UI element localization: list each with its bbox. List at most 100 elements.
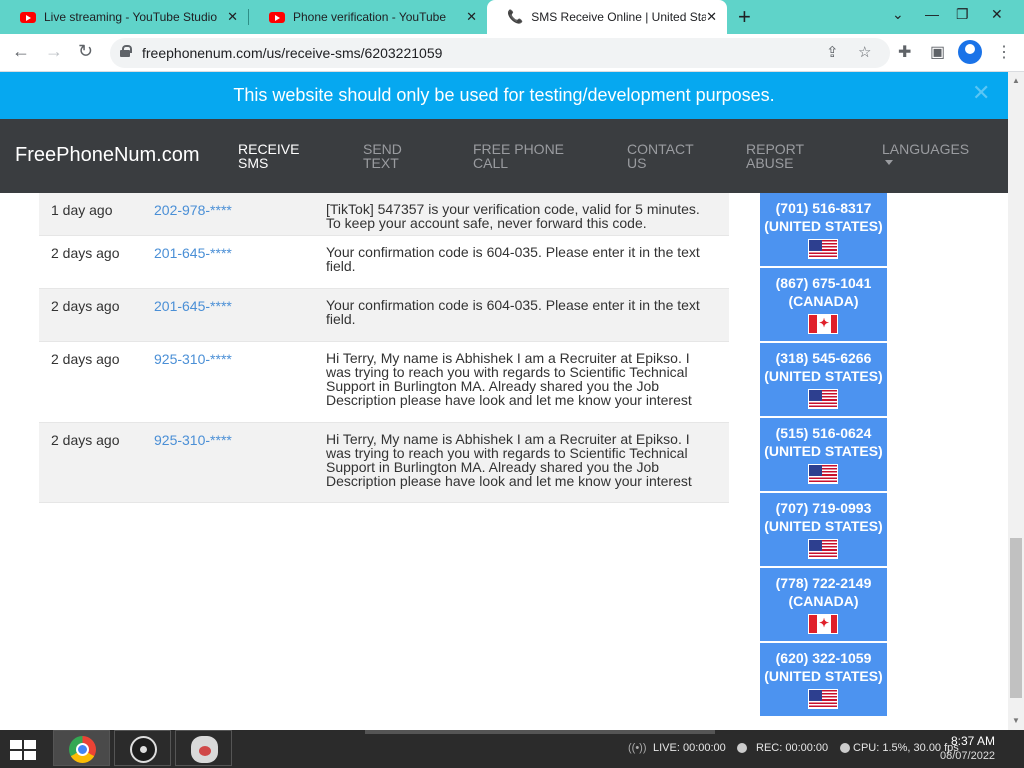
- sender-link[interactable]: 201-645-****: [154, 245, 232, 261]
- restore-icon[interactable]: ❐: [956, 6, 969, 23]
- close-icon[interactable]: ✕: [706, 9, 717, 25]
- us-flag-icon: [808, 689, 838, 709]
- scroll-up-icon[interactable]: ▲: [1012, 76, 1020, 85]
- nav-label: ABUSE: [746, 155, 794, 171]
- caret-down-icon: [885, 160, 893, 165]
- number-card[interactable]: (778) 722-2149 (CANADA): [760, 568, 887, 641]
- tab-title: Live streaming - YouTube Studio: [44, 10, 217, 24]
- nav-free-phone-call[interactable]: FREE PHONE CALL: [473, 142, 583, 170]
- chrome-icon: [69, 736, 96, 763]
- chevron-down-icon[interactable]: ⌄: [892, 6, 904, 23]
- testing-banner: This website should only be used for tes…: [0, 72, 1008, 119]
- phone-number: (867) 675-1041: [775, 275, 872, 291]
- nav-label: CONTACT: [627, 141, 694, 157]
- site-brand[interactable]: FreePhoneNum.com: [15, 144, 200, 167]
- country-name: (UNITED STATES): [764, 218, 883, 234]
- window-close-icon[interactable]: ✕: [991, 6, 1003, 23]
- nav-send-text[interactable]: SEND TEXT: [363, 142, 453, 170]
- tab-title: SMS Receive Online | United Stat: [531, 10, 707, 24]
- extensions-icon[interactable]: ✚: [898, 42, 911, 62]
- rec-icon: [737, 743, 747, 753]
- nav-receive-sms[interactable]: RECEIVE SMS: [238, 142, 328, 170]
- table-row: 2 days ago 201-645-**** Your confirmatio…: [39, 289, 729, 342]
- broadcast-icon: ((•)): [628, 742, 647, 754]
- country-name: (CANADA): [788, 293, 859, 309]
- scroll-down-icon[interactable]: ▼: [1012, 716, 1020, 725]
- clock-time[interactable]: 8:37 AM: [951, 734, 995, 748]
- site-navbar: FreePhoneNum.com RECEIVE SMS SEND TEXT F…: [0, 119, 1008, 193]
- phone-number: (620) 322-1059: [775, 650, 872, 666]
- share-icon[interactable]: ⇪: [826, 43, 839, 61]
- windows-start-icon[interactable]: [10, 740, 38, 760]
- taskbar-chrome[interactable]: [53, 730, 110, 766]
- nav-label: SEND: [363, 141, 402, 157]
- phone-number: (778) 722-2149: [775, 575, 872, 591]
- profile-avatar[interactable]: [958, 40, 982, 64]
- close-icon[interactable]: ✕: [466, 9, 477, 25]
- address-bar[interactable]: freephonenum.com/us/receive-sms/62032210…: [110, 38, 890, 68]
- taskbar-obs[interactable]: [114, 730, 171, 766]
- message-text: Your confirmation code is 604-035. Pleas…: [326, 244, 700, 274]
- table-row: 1 day ago 202-978-**** [TikTok] 547357 i…: [39, 193, 729, 236]
- number-card[interactable]: (867) 675-1041 (CANADA): [760, 268, 887, 341]
- message-time: 2 days ago: [51, 351, 120, 367]
- message-time: 2 days ago: [51, 298, 120, 314]
- message-time: 1 day ago: [51, 202, 113, 218]
- horizontal-scrollbar[interactable]: [365, 730, 715, 734]
- forward-icon[interactable]: →: [45, 41, 63, 62]
- obs-icon: [130, 736, 157, 763]
- table-row: 2 days ago 925-310-**** Hi Terry, My nam…: [39, 423, 729, 503]
- page-scrollbar[interactable]: ▲ ▼: [1008, 72, 1024, 730]
- side-panel-icon[interactable]: ▣: [930, 42, 945, 62]
- tab-phone-verification[interactable]: Phone verification - YouTube ✕: [249, 0, 487, 34]
- us-flag-icon: [808, 239, 838, 259]
- nav-report-abuse[interactable]: REPORT ABUSE: [746, 142, 836, 170]
- rec-status: REC: 00:00:00: [756, 742, 829, 754]
- url-text[interactable]: freephonenum.com/us/receive-sms/62032210…: [142, 45, 442, 61]
- back-icon[interactable]: ←: [12, 41, 30, 62]
- close-icon[interactable]: ✕: [227, 9, 238, 25]
- tab-strip: Live streaming - YouTube Studio ✕ Phone …: [0, 0, 1024, 34]
- us-flag-icon: [808, 464, 838, 484]
- country-name: (UNITED STATES): [764, 443, 883, 459]
- new-tab-icon[interactable]: +: [738, 4, 751, 30]
- menu-icon[interactable]: ⋮: [996, 42, 1012, 62]
- phone-icon: 📞: [507, 9, 524, 24]
- nav-label: US: [627, 155, 647, 171]
- tab-youtube-studio[interactable]: Live streaming - YouTube Studio ✕: [0, 0, 248, 34]
- country-name: (UNITED STATES): [764, 668, 883, 684]
- reload-icon[interactable]: ↻: [78, 41, 93, 62]
- minimize-icon[interactable]: —: [925, 6, 939, 22]
- sender-link[interactable]: 925-310-****: [154, 432, 232, 448]
- app-icon: [191, 736, 218, 763]
- nav-languages[interactable]: LANGUAGES: [882, 142, 992, 156]
- sender-link[interactable]: 202-978-****: [154, 202, 232, 218]
- message-time: 2 days ago: [51, 432, 120, 448]
- nav-contact-us[interactable]: CONTACT US: [627, 142, 717, 170]
- tab-sms-receive[interactable]: 📞 SMS Receive Online | United Stat ✕: [487, 0, 727, 34]
- us-flag-icon: [808, 389, 838, 409]
- number-card[interactable]: (620) 322-1059 (UNITED STATES): [760, 643, 887, 716]
- taskbar-app[interactable]: [175, 730, 232, 766]
- table-row: 2 days ago 925-310-**** Hi Terry, My nam…: [39, 342, 729, 423]
- nav-label: FREE PHONE: [473, 141, 565, 157]
- table-row: 2 days ago 201-645-**** Your confirmatio…: [39, 236, 729, 289]
- sender-link[interactable]: 201-645-****: [154, 298, 232, 314]
- number-card[interactable]: (515) 516-0624 (UNITED STATES): [760, 418, 887, 491]
- message-text: Hi Terry, My name is Abhishek I am a Rec…: [326, 431, 692, 489]
- star-icon[interactable]: ☆: [858, 43, 871, 61]
- scrollbar-thumb[interactable]: [1010, 538, 1022, 698]
- clock-date[interactable]: 08/07/2022: [940, 750, 995, 762]
- number-card[interactable]: (318) 545-6266 (UNITED STATES): [760, 343, 887, 416]
- canada-flag-icon: [808, 614, 838, 634]
- close-icon[interactable]: ✕: [972, 80, 990, 106]
- phone-number: (515) 516-0624: [775, 425, 872, 441]
- country-name: (CANADA): [788, 593, 859, 609]
- number-card[interactable]: (707) 719-0993 (UNITED STATES): [760, 493, 887, 566]
- lock-icon: [120, 45, 132, 57]
- sender-link[interactable]: 925-310-****: [154, 351, 232, 367]
- youtube-icon: [269, 11, 285, 23]
- canada-flag-icon: [808, 314, 838, 334]
- number-card[interactable]: (701) 516-8317 (UNITED STATES): [760, 193, 887, 266]
- sms-table: 1 day ago 202-978-**** [TikTok] 547357 i…: [39, 193, 729, 503]
